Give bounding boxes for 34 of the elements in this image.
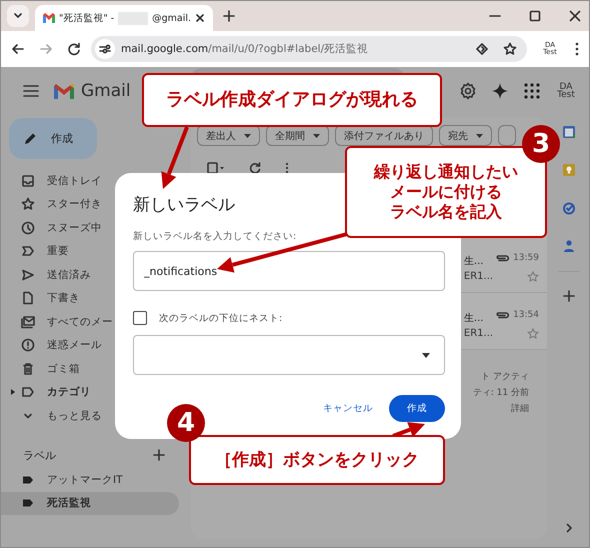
tab-title: "死活監視" - [59,12,114,24]
dialog-title: 新しいラベル [133,194,235,216]
label-item[interactable]: 死活監視 [1,492,179,514]
activity-text: ティ: 11 分前 [472,386,529,399]
section-heading: ラベル [23,448,56,462]
callout-text: 繰り返し通知したい [374,162,518,182]
activity-text: ト アクティ [481,371,529,383]
nav-item[interactable]: 受信トレイ [1,169,179,192]
cancel-button[interactable]: キャンセル [321,398,375,419]
nav-item[interactable]: カテゴリ [1,380,179,404]
nav-item[interactable]: ゴミ箱 [1,357,179,380]
app-name: Gmail [81,81,131,101]
compose-button[interactable]: 作成 [9,118,97,159]
address-bar[interactable]: mail.google.com/mail/u/0/?ogbl#label/死活監視 [91,36,527,62]
activity-text: 詳細 [511,402,529,415]
callout-text: ラベル作成ダイアログが現れる [166,89,418,111]
callout-text: ラベル名を記入 [390,202,502,222]
create-button[interactable]: 作成 [389,395,445,422]
callout-text: ［作成］ボタンをクリック [215,449,419,471]
callout-text: メールに付ける [390,182,502,202]
email-subject: 生... [464,254,484,268]
browser-tab[interactable]: "死活監視" - @gmail. [35,5,213,31]
label-item[interactable]: アットマークIT [1,468,179,492]
email-time: 13:54 [513,310,539,320]
account-button[interactable]: DA Test [555,83,577,99]
email-snippet: ER1... [464,271,494,282]
url-text: mail.google.com/mail/u/0/?ogbl#label/死活監視 [121,42,368,56]
tab-title: @gmail. [152,12,191,24]
checkbox-label: 次のラベルの下位にネスト: [159,312,282,324]
email-snippet: ER1... [464,328,494,339]
nav-item[interactable]: 迷惑メール [1,334,179,357]
email-subject: 生... [464,312,484,325]
email-time: 13:59 [513,253,539,263]
input-field[interactable]: _notifications [133,251,445,291]
